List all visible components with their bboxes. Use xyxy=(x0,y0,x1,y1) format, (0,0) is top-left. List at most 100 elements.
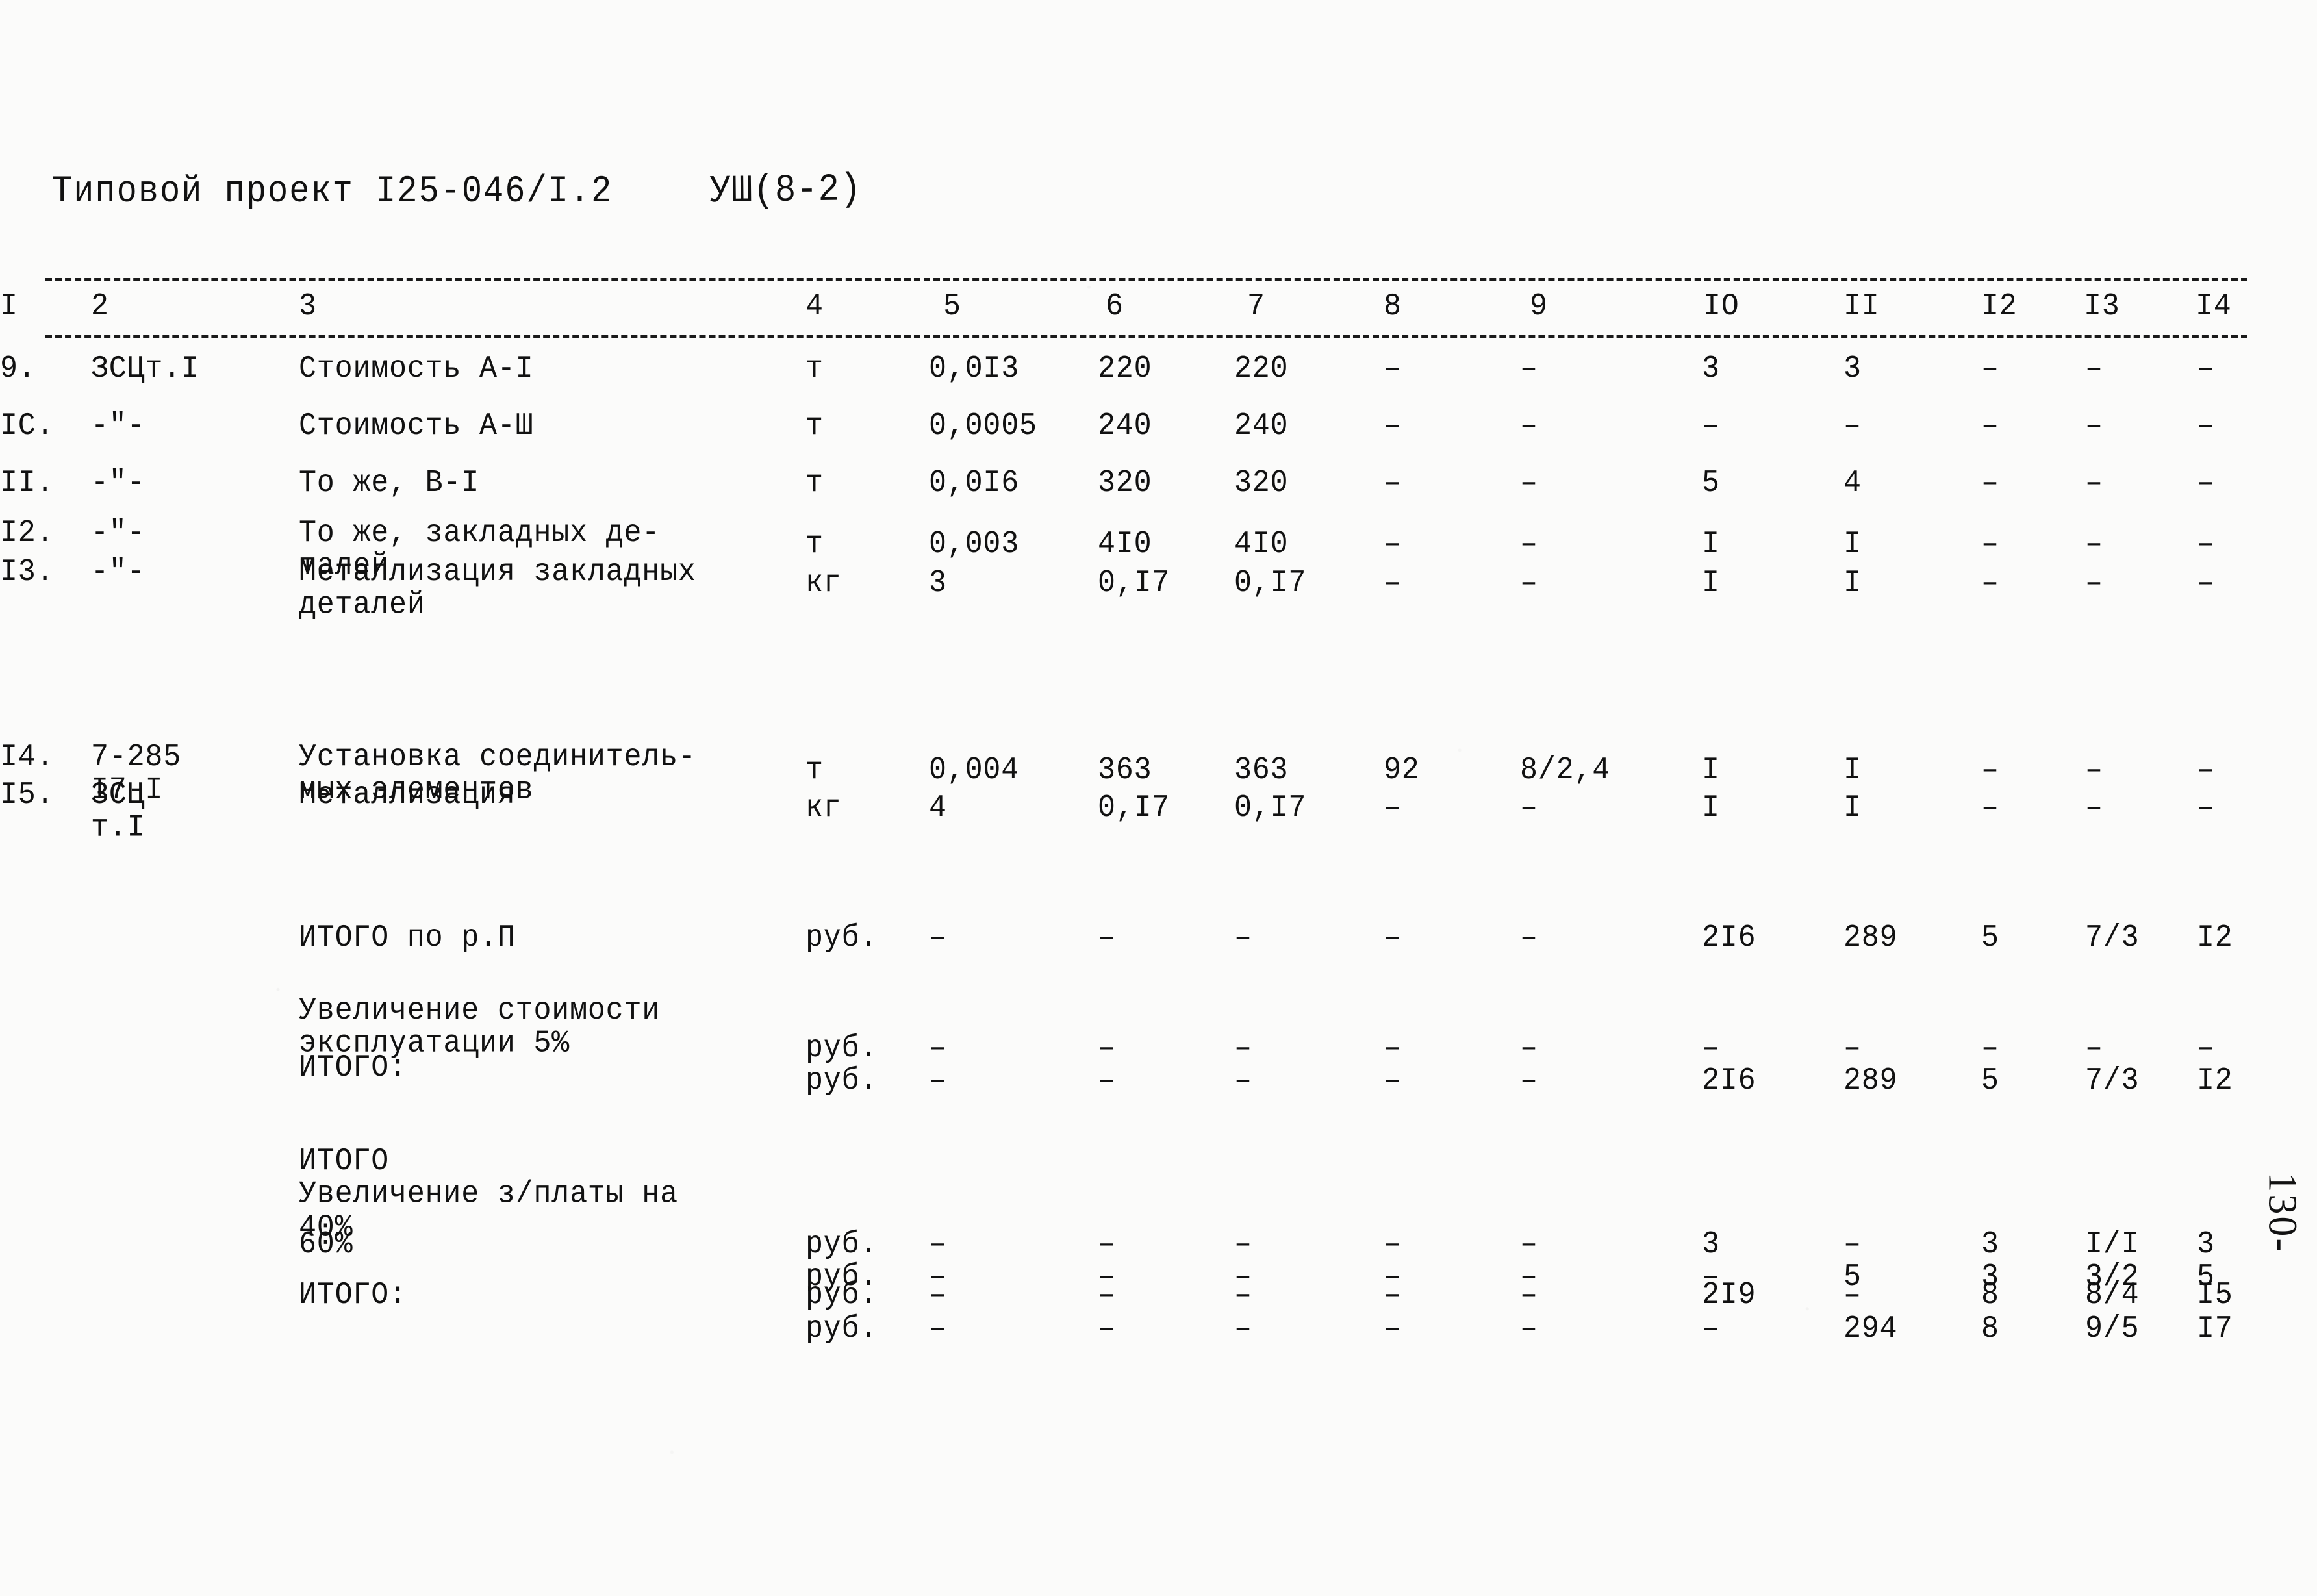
row-col10: 3 xyxy=(1702,350,1720,386)
row-description: Металлизация закладных деталей xyxy=(299,553,696,623)
summary-col8: – xyxy=(1384,1276,1402,1313)
col-header-3: 3 xyxy=(299,288,317,324)
summary-col10: 2I6 xyxy=(1702,1062,1756,1098)
summary-col6: – xyxy=(1098,1276,1116,1313)
row-col5: 4 xyxy=(929,789,947,826)
row-col8: – xyxy=(1384,350,1402,386)
summary-unit: руб. xyxy=(805,919,878,956)
row-col7: 4I0 xyxy=(1234,526,1289,562)
summary-col11: – xyxy=(1843,1226,1862,1262)
handwritten-page-number: 130- xyxy=(2260,1172,2305,1254)
summary-col13: 7/3 xyxy=(2085,919,2140,956)
summary-col7: – xyxy=(1234,919,1252,956)
row-unit: кг xyxy=(805,564,842,601)
summary-col13: I/I xyxy=(2085,1226,2140,1262)
summary-unit: руб. xyxy=(805,1062,878,1098)
summary-col8: – xyxy=(1384,1226,1402,1262)
row-col13: – xyxy=(2085,464,2103,501)
col-header-5: 5 xyxy=(943,288,961,324)
col-header-11: II xyxy=(1843,288,1880,324)
row-col13: – xyxy=(2085,564,2103,601)
row-unit: т xyxy=(805,526,824,562)
row-col12: – xyxy=(1981,350,1999,386)
row-col5: 0,0I3 xyxy=(929,350,1020,386)
summary-col5: – xyxy=(929,1310,947,1347)
row-col8: – xyxy=(1384,464,1402,501)
row-col9: – xyxy=(1520,526,1538,562)
row-col11: I xyxy=(1843,789,1862,826)
summary-col5: – xyxy=(929,1062,947,1098)
row-col12: – xyxy=(1981,752,1999,788)
summary-col8: – xyxy=(1384,919,1402,956)
summary-col7: – xyxy=(1234,1030,1252,1066)
summary-col14: – xyxy=(2197,1030,2215,1066)
summary-col11: – xyxy=(1843,1276,1862,1313)
row-col14: – xyxy=(2197,752,2215,788)
summary-col13: 8/4 xyxy=(2085,1276,2140,1313)
row-description: Металлизация xyxy=(299,776,516,813)
row-col10: – xyxy=(1702,407,1720,444)
summary-col5: – xyxy=(929,919,947,956)
summary-col6: – xyxy=(1098,919,1116,956)
row-code: ЗСЦ т.I xyxy=(91,776,146,846)
summary-col11: 289 xyxy=(1843,1062,1898,1098)
summary-col14: I7 xyxy=(2197,1310,2233,1347)
summary-col8: – xyxy=(1384,1062,1402,1098)
row-col6: 240 xyxy=(1098,407,1152,444)
summary-col10: 2I9 xyxy=(1702,1276,1756,1313)
row-col12: – xyxy=(1981,407,1999,444)
row-col12: – xyxy=(1981,526,1999,562)
row-col10: I xyxy=(1702,564,1720,601)
row-col6: 320 xyxy=(1098,464,1152,501)
row-col6: 0,I7 xyxy=(1098,564,1171,601)
summary-col14: 3 xyxy=(2197,1226,2215,1262)
col-header-1: I xyxy=(0,288,18,324)
summary-col13: 7/3 xyxy=(2085,1062,2140,1098)
summary-col12: – xyxy=(1981,1030,1999,1066)
summary-col13: 9/5 xyxy=(2085,1310,2140,1347)
summary-col12: 8 xyxy=(1981,1276,1999,1313)
summary-col12: 5 xyxy=(1981,919,1999,956)
row-col6: 4I0 xyxy=(1098,526,1152,562)
col-header-12: I2 xyxy=(1981,288,2018,324)
summary-col5: – xyxy=(929,1276,947,1313)
row-col13: – xyxy=(2085,789,2103,826)
col-header-10: IO xyxy=(1703,288,1740,324)
summary-col11: 289 xyxy=(1843,919,1898,956)
project-title: Типовой проект I25-046/I.2 xyxy=(52,170,613,213)
row-col7: 0,I7 xyxy=(1234,564,1307,601)
row-col13: – xyxy=(2085,752,2103,788)
row-col7: 240 xyxy=(1234,407,1289,444)
summary-unit: руб. xyxy=(805,1276,878,1313)
row-col5: 0,0I6 xyxy=(929,464,1020,501)
summary-col11: 294 xyxy=(1843,1310,1898,1347)
row-col13: – xyxy=(2085,407,2103,444)
row-col11: I xyxy=(1843,564,1862,601)
summary-col6: – xyxy=(1098,1030,1116,1066)
col-header-14: I4 xyxy=(2196,288,2232,324)
summary-col6: – xyxy=(1098,1310,1116,1347)
summary-col14: I2 xyxy=(2197,1062,2233,1098)
table-header-rule xyxy=(45,335,2247,338)
summary-col10: – xyxy=(1702,1030,1720,1066)
summary-col9: – xyxy=(1520,919,1538,956)
row-col10: I xyxy=(1702,752,1720,788)
row-number: IC. xyxy=(0,407,55,444)
summary-col11: – xyxy=(1843,1030,1862,1066)
summary-col8: – xyxy=(1384,1030,1402,1066)
row-col7: 363 xyxy=(1234,752,1289,788)
row-col11: 3 xyxy=(1843,350,1862,386)
row-col5: 0,0005 xyxy=(929,407,1037,444)
row-col8: – xyxy=(1384,407,1402,444)
col-header-9: 9 xyxy=(1530,288,1548,324)
row-col6: 363 xyxy=(1098,752,1152,788)
row-col11: 4 xyxy=(1843,464,1862,501)
row-col6: 220 xyxy=(1098,350,1152,386)
col-header-2: 2 xyxy=(91,288,109,324)
summary-col7: – xyxy=(1234,1226,1252,1262)
summary-col9: – xyxy=(1520,1030,1538,1066)
row-unit: кг xyxy=(805,789,842,826)
summary-col5: – xyxy=(929,1030,947,1066)
row-col7: 320 xyxy=(1234,464,1289,501)
row-col10: I xyxy=(1702,789,1720,826)
